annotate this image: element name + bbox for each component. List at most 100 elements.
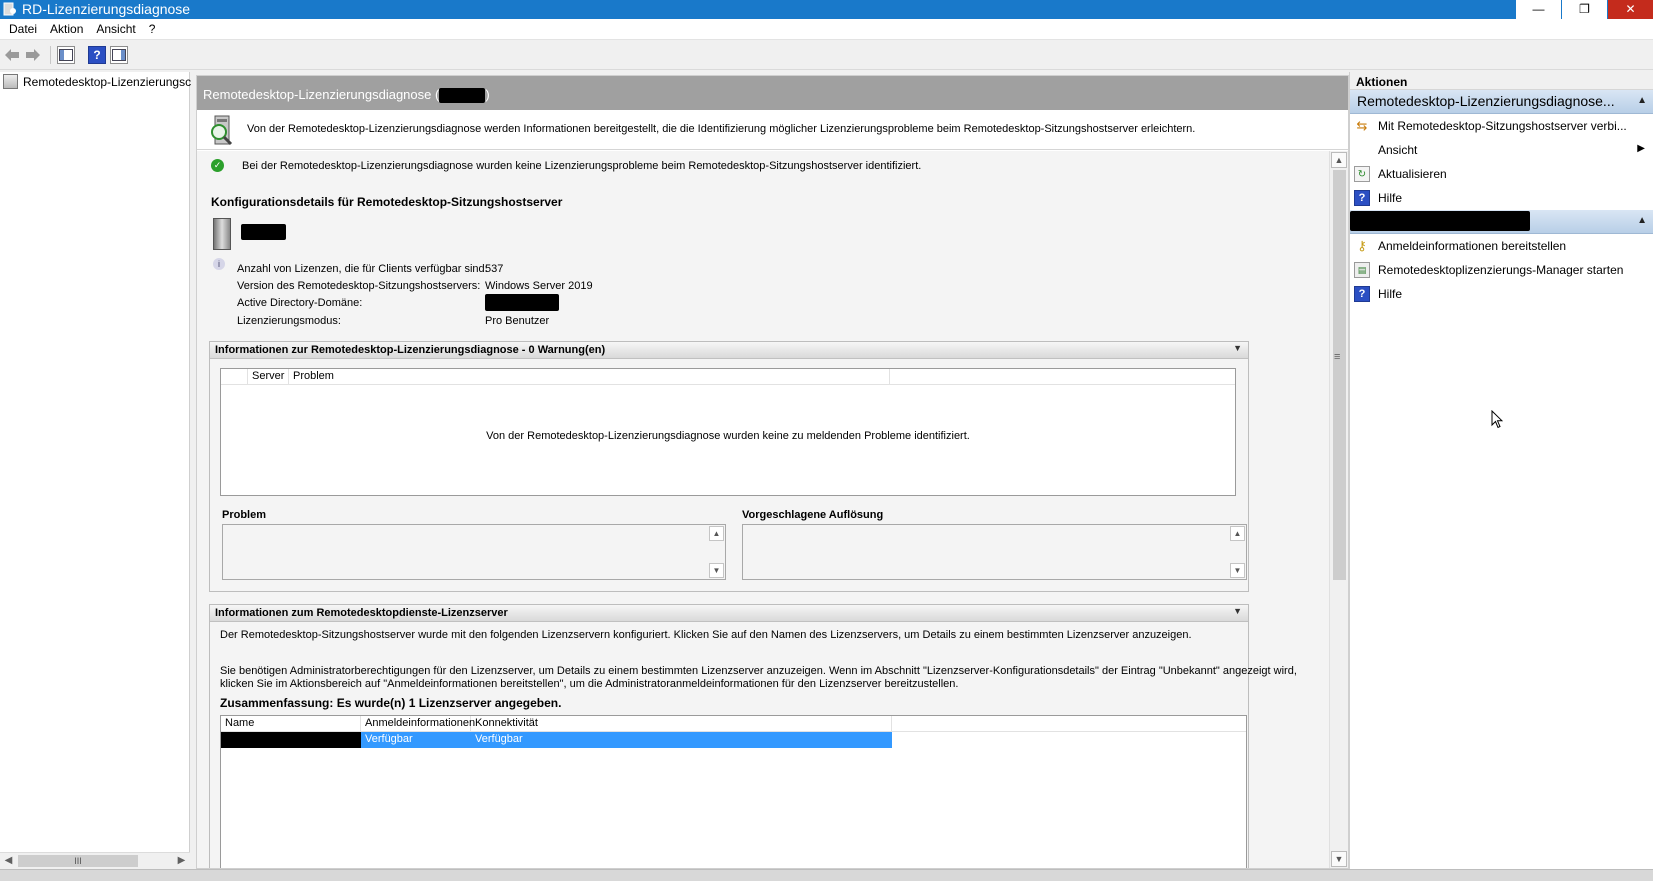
toolbar: ? <box>0 39 1653 70</box>
mouse-cursor-icon <box>1491 410 1503 429</box>
menu-datei[interactable]: Datei <box>3 19 44 39</box>
menu-help[interactable]: ? <box>143 19 163 39</box>
forward-arrow-icon[interactable] <box>24 46 42 64</box>
column-header-problem[interactable]: Problem <box>289 369 890 384</box>
header-title-suffix: ) <box>485 87 490 102</box>
diagnostics-empty-message: Von der Remotedesktop-Lizenzierungsdiagn… <box>486 430 970 442</box>
submenu-arrow-icon: ▶ <box>1637 143 1645 154</box>
close-button[interactable]: ✕ <box>1607 0 1653 19</box>
refresh-icon: ↻ <box>1354 166 1370 182</box>
show-hide-action-pane-icon[interactable] <box>110 46 128 64</box>
action-label: Hilfe <box>1378 287 1403 301</box>
title-bar: RD-Lizenzierungsdiagnose — ❐ ✕ <box>0 0 1653 19</box>
license-servers-paragraph-2b: klicken Sie im Aktionsbereich auf "Anmel… <box>220 678 959 690</box>
resolution-textbox[interactable]: ▲ ▼ <box>742 524 1247 580</box>
action-label: Mit Remotedesktop-Sitzungshostserver ver… <box>1378 119 1627 133</box>
diagnostics-section: Informationen zur Remotedesktop-Lizenzie… <box>209 341 1249 592</box>
scrollbar-thumb[interactable]: III <box>18 855 138 867</box>
license-servers-summary: Zusammenfassung: Es wurde(n) 1 Lizenzser… <box>220 696 562 710</box>
action-provide-credentials[interactable]: ⚷ Anmeldeinformationen bereitstellen <box>1350 234 1653 258</box>
scroll-down-icon[interactable]: ▼ <box>709 563 724 578</box>
actions-pane: Aktionen Remotedesktop-Lizenzierungsdiag… <box>1349 72 1653 869</box>
minimize-button[interactable]: — <box>1515 0 1561 19</box>
scrollbar-grip-icon: ≡ <box>1334 351 1341 363</box>
config-value-version: Windows Server 2019 <box>485 280 593 292</box>
problem-textbox[interactable]: ▲ ▼ <box>222 524 726 580</box>
action-help-2[interactable]: ? Hilfe <box>1350 282 1653 306</box>
actions-group-diagnose[interactable]: Remotedesktop-Lizenzierungsdiagnose... ▲ <box>1350 90 1653 114</box>
redacted-group-title <box>1350 210 1530 231</box>
server-icon <box>213 218 231 250</box>
app-icon <box>3 2 16 16</box>
column-header-icon[interactable] <box>221 369 248 384</box>
config-label-licenses: Anzahl von Lizenzen, die für Clients ver… <box>237 263 488 275</box>
actions-group-server[interactable]: ▲ <box>1350 210 1653 234</box>
help-icon[interactable]: ? <box>88 46 106 64</box>
menu-bar: Datei Aktion Ansicht ? <box>0 19 1653 39</box>
collapse-icon[interactable]: ▼ <box>1233 343 1242 353</box>
license-servers-section-header[interactable]: Informationen zum Remotedesktopdienste-L… <box>210 605 1248 622</box>
column-header-connectivity[interactable]: Konnektivität <box>471 716 892 731</box>
action-start-license-manager[interactable]: ▤ Remotedesktoplizenzierungs-Manager sta… <box>1350 258 1653 282</box>
license-manager-icon: ▤ <box>1354 262 1370 278</box>
license-servers-list[interactable]: Name Anmeldeinformationen Konnektivität … <box>220 715 1247 868</box>
collapse-icon[interactable]: ▼ <box>1233 606 1242 616</box>
redacted-license-server-name[interactable] <box>221 732 361 748</box>
license-server-connectivity: Verfügbar <box>475 733 523 745</box>
config-label-version: Version des Remotedesktop-Sitzungshostse… <box>237 280 481 292</box>
action-label: Aktualisieren <box>1378 167 1447 181</box>
diagnostics-list[interactable]: Server Problem Von der Remotedesktop-Liz… <box>220 368 1236 496</box>
action-label: Remotedesktoplizenzierungs-Manager start… <box>1378 263 1624 277</box>
scrollbar-thumb[interactable] <box>1333 170 1346 580</box>
redacted-server-name <box>439 88 486 104</box>
tree-item-diagnose[interactable]: Remotedesktop-Lizenzierungsc <box>3 74 191 89</box>
back-arrow-icon[interactable] <box>3 46 21 64</box>
diagnostics-section-header[interactable]: Informationen zur Remotedesktop-Lizenzie… <box>210 342 1248 359</box>
action-refresh[interactable]: ↻ Aktualisieren <box>1350 162 1653 186</box>
config-value-licenses: 537 <box>485 263 504 275</box>
result-pane: Remotedesktop-Lizenzierungsdiagnose () V… <box>196 75 1349 869</box>
redacted-domain <box>485 294 559 311</box>
action-view[interactable]: · Ansicht ▶ <box>1350 138 1653 162</box>
intro-text: Von der Remotedesktop-Lizenzierungsdiagn… <box>247 123 1196 135</box>
collapse-up-icon[interactable]: ▲ <box>1637 95 1647 106</box>
show-hide-console-tree-icon[interactable] <box>57 46 75 64</box>
help-icon: ? <box>1354 286 1370 302</box>
info-icon: i <box>213 258 225 270</box>
window-title: RD-Lizenzierungsdiagnose <box>22 1 191 17</box>
console-tree: Remotedesktop-Lizenzierungsc ◀ III ▶ <box>0 72 191 869</box>
column-header-server[interactable]: Server <box>248 369 289 384</box>
config-label-domain: Active Directory-Domäne: <box>237 297 363 309</box>
scroll-down-icon[interactable]: ▼ <box>1331 851 1347 867</box>
scroll-up-icon[interactable]: ▲ <box>1331 152 1347 168</box>
tree-horizontal-scrollbar[interactable]: ◀ III ▶ <box>0 852 190 869</box>
diagnosis-icon <box>211 115 233 146</box>
config-value-mode: Pro Benutzer <box>485 315 550 327</box>
scroll-left-icon[interactable]: ◀ <box>0 853 17 869</box>
license-servers-section: Informationen zum Remotedesktopdienste-L… <box>209 604 1297 868</box>
menu-aktion[interactable]: Aktion <box>44 19 90 39</box>
column-header-name[interactable]: Name <box>221 716 361 731</box>
scroll-right-icon[interactable]: ▶ <box>173 853 190 869</box>
problem-label: Problem <box>222 509 267 521</box>
intro-banner: Von der Remotedesktop-Lizenzierungsdiagn… <box>197 110 1348 150</box>
status-text: Bei der Remotedesktop-Lizenzierungsdiagn… <box>242 159 922 172</box>
action-label: Ansicht <box>1378 143 1418 157</box>
maximize-button[interactable]: ❐ <box>1561 0 1607 19</box>
column-header-credentials[interactable]: Anmeldeinformationen <box>361 716 475 731</box>
table-row[interactable]: Verfügbar Verfügbar <box>221 732 892 748</box>
action-connect[interactable]: ⇆ Mit Remotedesktop-Sitzungshostserver v… <box>1350 114 1653 138</box>
action-help[interactable]: ? Hilfe <box>1350 186 1653 210</box>
result-pane-header: Remotedesktop-Lizenzierungsdiagnose () <box>197 76 1348 110</box>
menu-ansicht[interactable]: Ansicht <box>90 19 142 39</box>
scroll-up-icon[interactable]: ▲ <box>709 526 724 541</box>
action-label: Hilfe <box>1378 191 1403 205</box>
scroll-down-icon[interactable]: ▼ <box>1230 563 1245 578</box>
config-heading: Konfigurationsdetails für Remotedesktop-… <box>211 195 563 209</box>
result-vertical-scrollbar[interactable]: ▲ ≡ ▼ <box>1329 151 1348 868</box>
actions-heading: Aktionen <box>1350 72 1653 90</box>
scroll-up-icon[interactable]: ▲ <box>1230 526 1245 541</box>
window-controls: — ❐ ✕ <box>1515 0 1653 19</box>
actions-group-title: Remotedesktop-Lizenzierungsdiagnose... <box>1357 93 1615 109</box>
collapse-up-icon[interactable]: ▲ <box>1637 215 1647 226</box>
